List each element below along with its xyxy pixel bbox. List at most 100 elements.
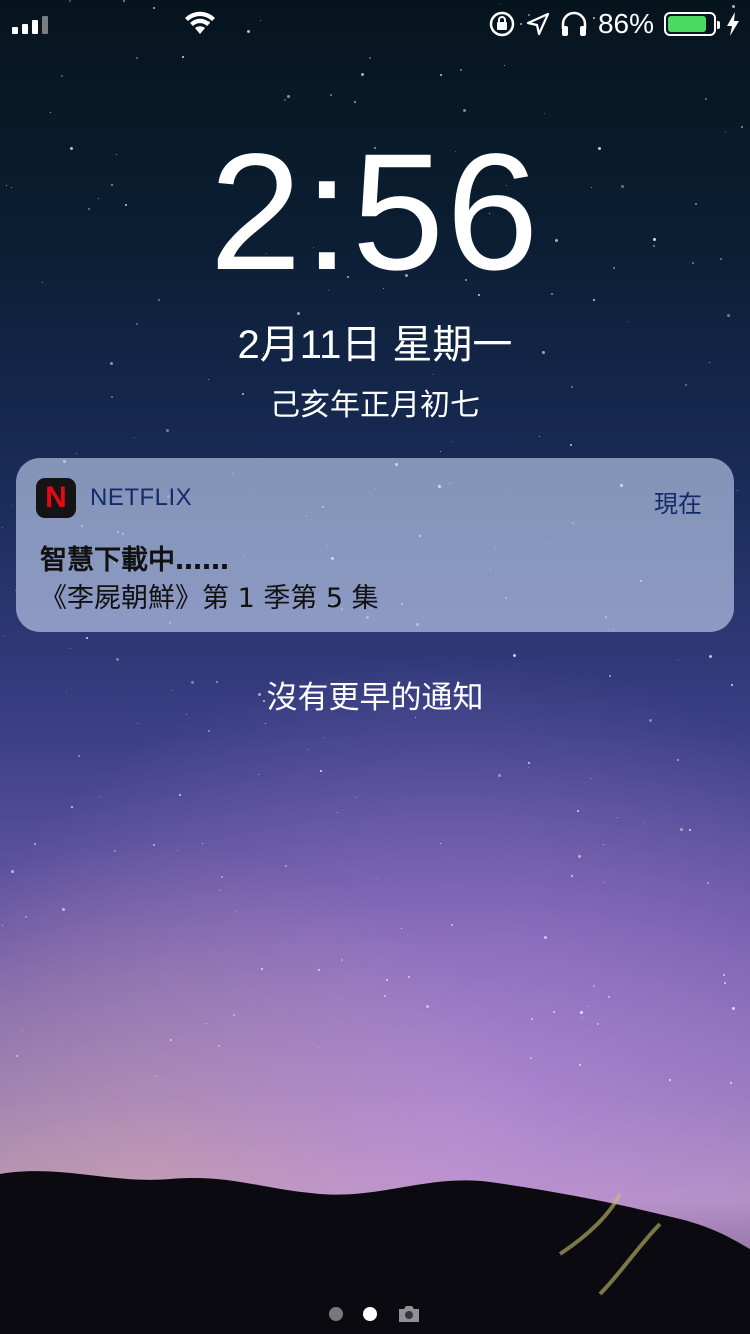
star (218, 1045, 220, 1047)
star (11, 870, 14, 873)
star (463, 109, 466, 112)
star (408, 976, 410, 978)
star (166, 429, 169, 432)
lunar-date: 己亥年正月初七 (270, 388, 480, 423)
star (741, 126, 743, 128)
star (202, 843, 203, 844)
page-dot-1[interactable] (329, 1307, 343, 1321)
star (34, 843, 36, 845)
star (341, 959, 343, 961)
lock-screen: 86% 2:56 2月11日 星期一 己亥年正月初七 N NETFLIX 現在 … (0, 0, 750, 1334)
star (723, 974, 725, 976)
star (233, 1014, 235, 1016)
star (179, 794, 181, 796)
netflix-notification[interactable]: N NETFLIX 現在 智慧下載中…… 《李屍朝鮮》第 1 季第 5 集 (16, 458, 734, 632)
star (680, 828, 683, 831)
star (221, 876, 223, 878)
star (361, 73, 364, 76)
star (25, 916, 27, 918)
star (323, 737, 324, 738)
star (308, 749, 309, 750)
star (182, 56, 184, 58)
star (707, 882, 709, 884)
star (578, 855, 581, 858)
star (86, 637, 88, 639)
star (2, 925, 3, 926)
star (261, 968, 263, 970)
lock-date: 2月11日 星期一 (237, 323, 513, 367)
star (206, 1023, 207, 1024)
page-dot-2[interactable] (363, 1307, 377, 1321)
star (11, 505, 12, 506)
status-right: 86% (488, 8, 740, 40)
star (732, 1007, 735, 1010)
netflix-logo-letter: N (45, 481, 67, 514)
notification-title: 智慧下載中…… (40, 545, 229, 576)
star (591, 778, 592, 779)
notification-body: 《李屍朝鮮》第 1 季第 5 集 (40, 583, 379, 614)
star (170, 1039, 172, 1041)
star (730, 1082, 732, 1084)
star (71, 806, 73, 808)
star (155, 1076, 156, 1077)
star (440, 843, 441, 844)
star (337, 812, 338, 813)
orientation-lock-icon (489, 11, 515, 37)
star (677, 759, 679, 761)
star (134, 437, 135, 438)
star (643, 822, 644, 823)
status-bar: 86% (0, 0, 750, 48)
star (604, 882, 605, 883)
star (2, 527, 3, 528)
star (50, 112, 51, 113)
star (415, 717, 416, 718)
star (369, 57, 371, 59)
star (153, 844, 155, 846)
star (136, 57, 138, 59)
camera-icon[interactable] (397, 1304, 421, 1324)
star (528, 762, 530, 764)
star (320, 770, 322, 772)
star (579, 1064, 581, 1066)
star (553, 1011, 555, 1013)
star (433, 374, 434, 375)
star (177, 850, 178, 851)
star (593, 985, 595, 987)
star (737, 490, 738, 491)
star (528, 767, 529, 768)
wifi-icon (185, 11, 215, 34)
battery-icon (664, 12, 720, 36)
star (318, 969, 320, 971)
battery-percentage: 86% (597, 8, 654, 39)
star (724, 982, 726, 984)
star (588, 1006, 589, 1007)
star (709, 655, 712, 658)
charging-icon (727, 12, 739, 36)
star (426, 1005, 429, 1008)
star (649, 719, 652, 722)
star (355, 797, 356, 798)
star (689, 829, 691, 831)
star (116, 658, 119, 661)
star (22, 1030, 23, 1031)
star (580, 1011, 583, 1014)
star (354, 101, 356, 103)
star (235, 911, 236, 912)
star (593, 299, 595, 301)
star (384, 995, 386, 997)
netflix-app-icon: N (36, 478, 76, 518)
star (220, 890, 221, 891)
star (265, 723, 266, 724)
no-older-notifications-label: 沒有更早的通知 (266, 680, 484, 716)
star (377, 878, 378, 879)
star (504, 65, 505, 66)
headphones-icon (561, 11, 587, 36)
star (386, 979, 388, 981)
page-indicator[interactable] (0, 1304, 750, 1324)
star (137, 723, 138, 724)
star (62, 908, 65, 911)
star (603, 844, 604, 845)
lock-clock: 2:56 (209, 120, 541, 305)
star (608, 996, 610, 998)
notification-app-name: NETFLIX (90, 484, 193, 511)
